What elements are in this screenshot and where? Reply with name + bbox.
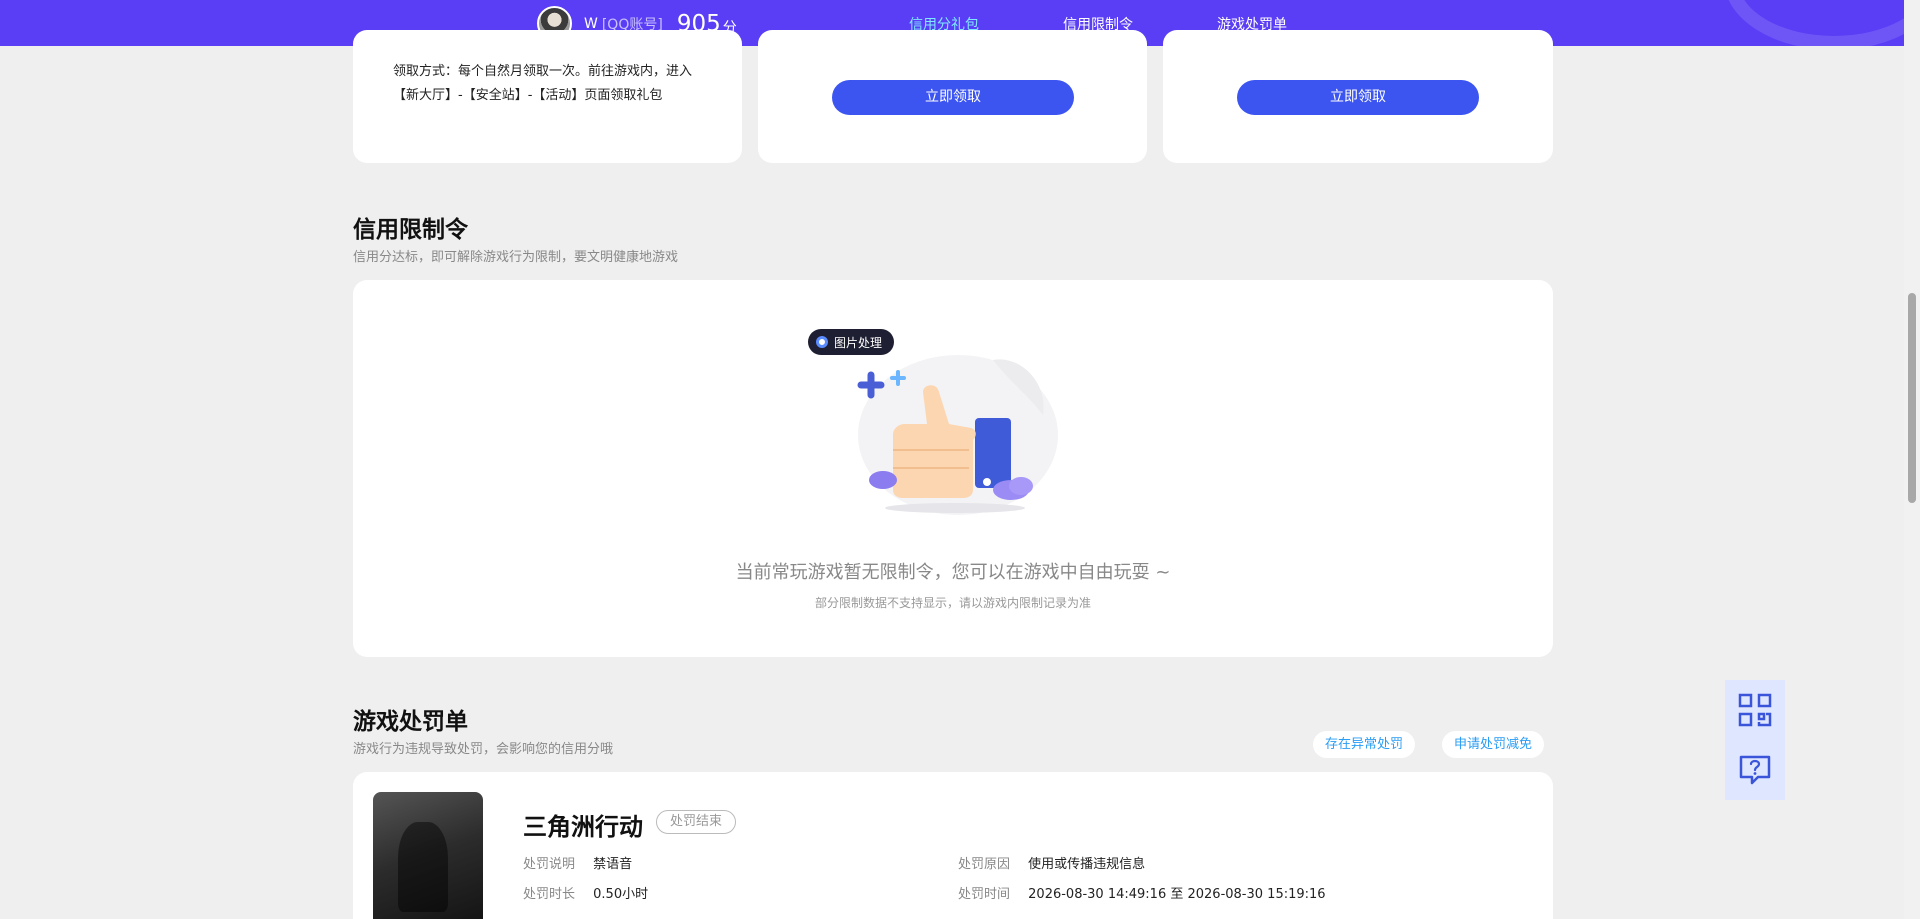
section-subtitle-limit: 信用分达标，即可解除游戏行为限制，要文明健康地游戏: [353, 250, 679, 265]
gift-card-2: 立即领取: [758, 30, 1147, 163]
penalty-duration-row: 处罚时长 0.50小时: [523, 883, 648, 902]
scrollbar-thumb[interactable]: [1908, 293, 1916, 503]
qr-code-button[interactable]: [1725, 680, 1785, 740]
status-badge: 处罚结束: [656, 810, 737, 834]
header-decoration: [1724, 0, 1904, 46]
penalty-desc-value: 禁语音: [593, 857, 633, 872]
gift-card-3: 立即领取: [1163, 30, 1553, 163]
penalty-reduction-button[interactable]: 申请处罚减免: [1442, 731, 1545, 758]
claim-button-3[interactable]: 立即领取: [1237, 80, 1479, 115]
image-process-icon: [816, 336, 828, 348]
penalty-duration-value: 0.50小时: [593, 887, 649, 902]
game-cover-image: [373, 792, 483, 919]
claim-button-2[interactable]: 立即领取: [832, 80, 1074, 115]
page-scrollbar[interactable]: [1904, 0, 1920, 919]
penalty-card: 三角洲行动 处罚结束 处罚说明 禁语音 处罚原因 使用或传播违规信息 处罚时长 …: [353, 772, 1553, 919]
help-button[interactable]: [1725, 740, 1785, 800]
section-subtitle-penalty: 游戏行为违规导致处罚，会影响您的信用分哦: [353, 742, 614, 757]
penalty-time-row: 处罚时间 2026-08-30 14:49:16 至 2026-08-30 15…: [958, 883, 1326, 902]
qr-code-icon: [1738, 693, 1772, 727]
gift-card-1: 领取方式：每个自然月领取一次。前往游戏内，进入【新大厅】-【安全站】-【活动】页…: [353, 30, 742, 163]
penalty-desc-row: 处罚说明 禁语音: [523, 853, 632, 872]
gift-claim-instructions: 领取方式：每个自然月领取一次。前往游戏内，进入【新大厅】-【安全站】-【活动】页…: [393, 64, 693, 103]
section-title-limit: 信用限制令: [353, 217, 468, 243]
penalty-reason-value: 使用或传播违规信息: [1028, 857, 1146, 872]
section-title-penalty: 游戏处罚单: [353, 709, 468, 735]
abnormal-penalty-button[interactable]: 存在异常处罚: [1313, 731, 1416, 758]
empty-state-message: 当前常玩游戏暂无限制令，您可以在游戏中自由玩耍 ~: [735, 562, 1171, 583]
empty-state-note: 部分限制数据不支持显示，请以游戏内限制记录为准: [814, 596, 1091, 610]
help-chat-icon: [1739, 755, 1771, 785]
penalty-time-value: 2026-08-30 14:49:16 至 2026-08-30 15:19:1…: [1028, 887, 1326, 902]
penalty-reason-label: 处罚原因: [958, 857, 1011, 872]
penalty-duration-label: 处罚时长: [523, 887, 576, 902]
game-title: 三角洲行动: [523, 813, 643, 841]
penalty-time-label: 处罚时间: [958, 887, 1011, 902]
thumbs-up-illustration: [857, 355, 1058, 515]
penalty-desc-label: 处罚说明: [523, 857, 576, 872]
penalty-reason-row: 处罚原因 使用或传播违规信息: [958, 853, 1145, 872]
limit-card: 图片处理 当前常玩游戏暂无限制令，您可以在游戏中自由玩耍 ~ 部分限制数据不支持…: [353, 280, 1553, 657]
